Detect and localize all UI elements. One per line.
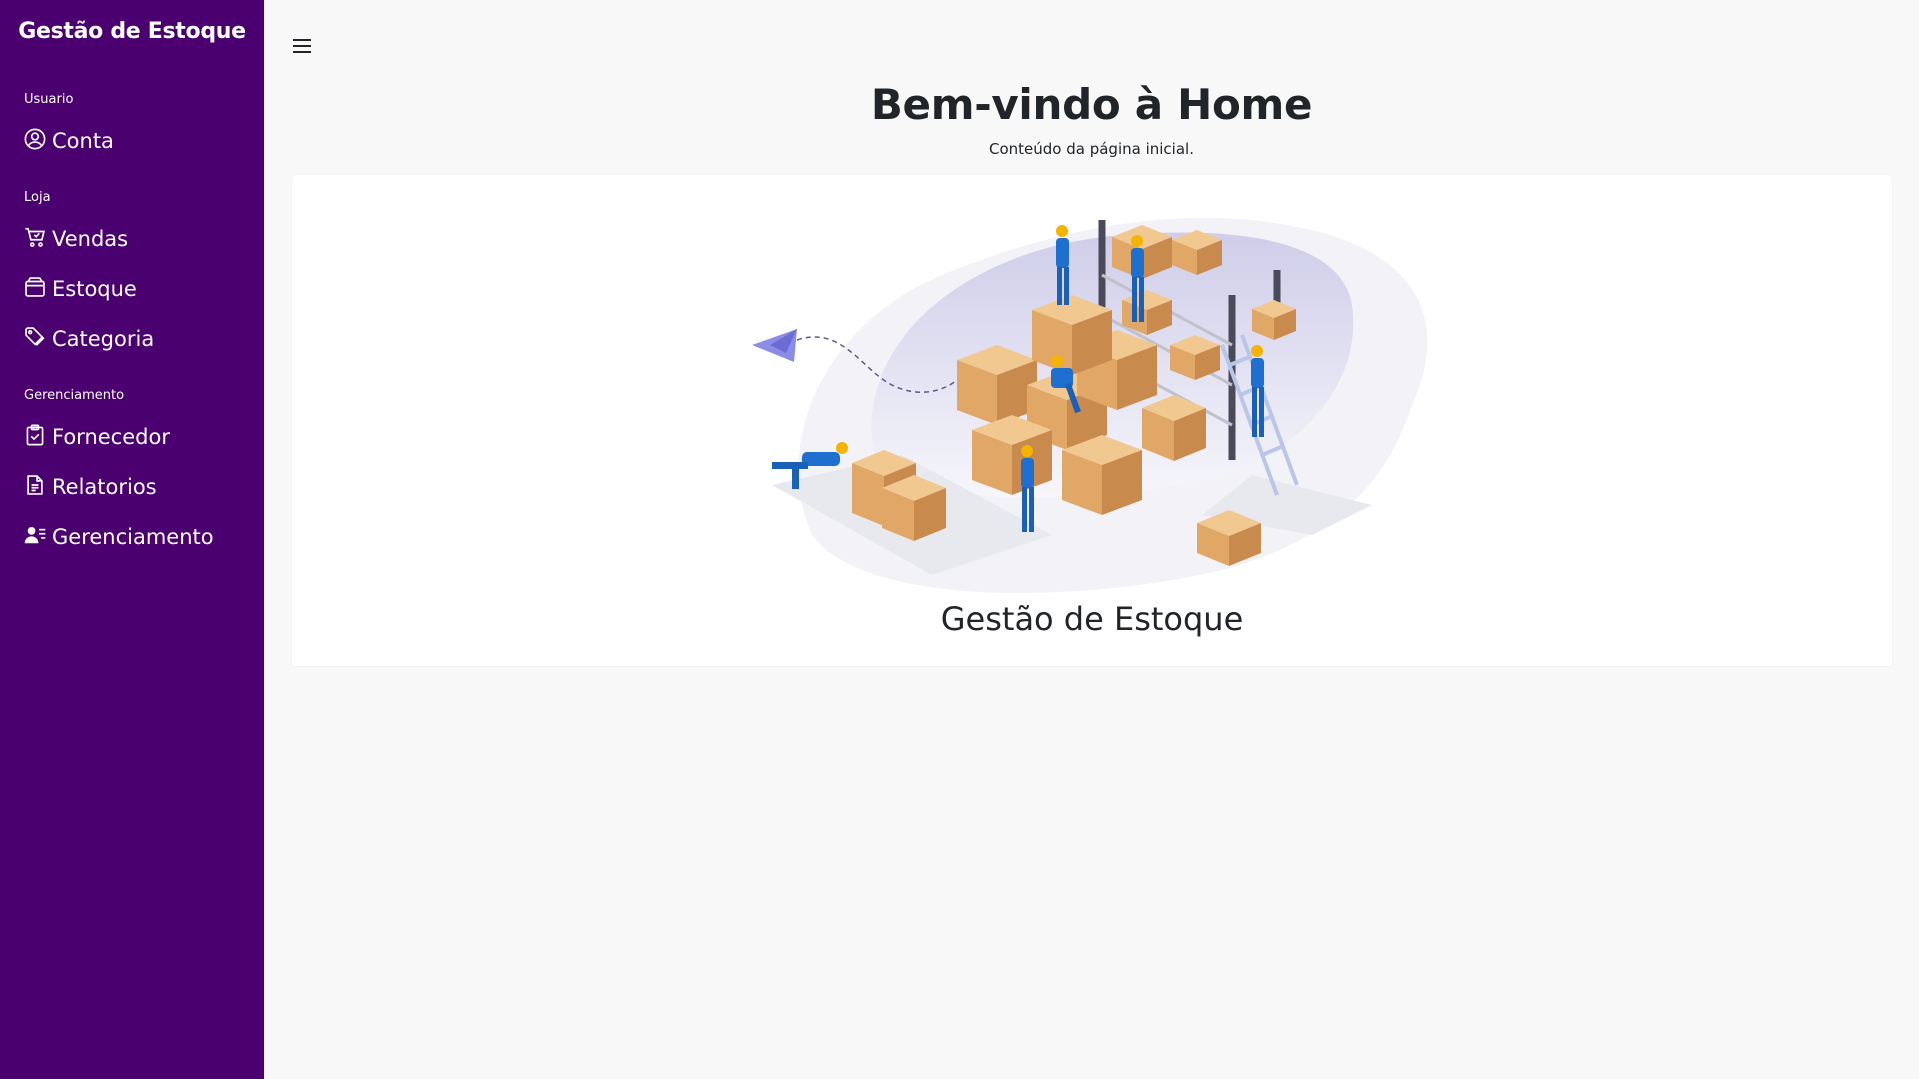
file-text-icon (24, 474, 46, 501)
tags-icon (24, 326, 46, 353)
sidebar-item-label: Conta (52, 129, 114, 153)
sidebar-item-label: Gerenciamento (52, 525, 214, 549)
hamburger-icon (290, 39, 314, 62)
sidebar-item-label: Fornecedor (52, 425, 170, 449)
box-icon (24, 276, 46, 303)
clipboard-check-icon (24, 424, 46, 451)
card-caption: Gestão de Estoque (940, 600, 1244, 638)
sidebar-item-conta[interactable]: Conta (24, 124, 114, 158)
sidebar-item-label: Categoria (52, 327, 155, 351)
cart-check-icon (24, 226, 46, 253)
sidebar: Gestão de Estoque Usuario Conta Loja Ven… (0, 0, 264, 1079)
person-lines-icon (24, 524, 46, 551)
sidebar-item-gerenciamento[interactable]: Gerenciamento (24, 520, 214, 554)
sidebar-item-label: Estoque (52, 277, 137, 301)
brand-title[interactable]: Gestão de Estoque (0, 19, 264, 44)
sidebar-item-label: Vendas (52, 227, 129, 251)
warehouse-illustration (752, 217, 1428, 593)
section-label-loja: Loja (24, 190, 51, 205)
sidebar-item-label: Relatorios (52, 475, 157, 499)
home-card: Gestão de Estoque (292, 175, 1892, 666)
page-title: Bem-vindo à Home (870, 80, 1313, 129)
section-label-gerenciamento: Gerenciamento (24, 388, 125, 403)
page-subtitle: Conteúdo da página inicial. (989, 140, 1194, 158)
sidebar-item-fornecedor[interactable]: Fornecedor (24, 420, 170, 454)
sidebar-item-relatorios[interactable]: Relatorios (24, 470, 157, 504)
section-label-usuario: Usuario (24, 92, 74, 107)
sidebar-item-vendas[interactable]: Vendas (24, 222, 128, 256)
sidebar-item-estoque[interactable]: Estoque (24, 272, 137, 306)
hamburger-menu-button[interactable] (290, 34, 314, 58)
person-circle-icon (24, 128, 46, 155)
sidebar-item-categoria[interactable]: Categoria (24, 322, 154, 356)
